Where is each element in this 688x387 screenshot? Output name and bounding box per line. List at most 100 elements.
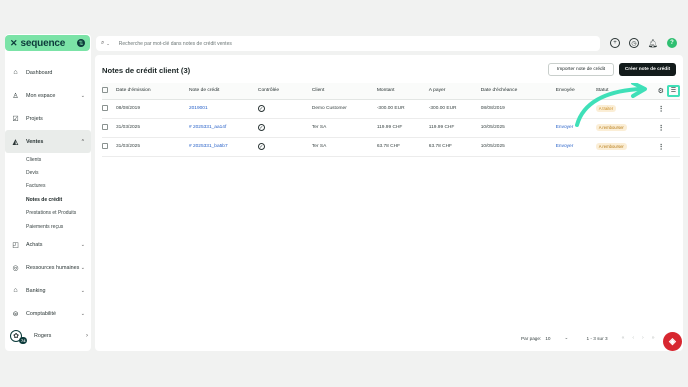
logo-icon: ✕ (10, 37, 18, 48)
next-page-icon[interactable]: › (642, 335, 644, 341)
cell-due: 08/08/2019 (480, 99, 556, 119)
cell-amount: 63.78 CHF (376, 137, 429, 157)
cell-to-pay: 63.78 CHF (428, 137, 481, 157)
sidebar-item-label: Comptabilité (26, 310, 56, 317)
chevron-down-icon[interactable]: ⌄ (106, 41, 109, 46)
cell-client: Ter SA (311, 137, 377, 157)
cell-to-pay: -300.00 EUR (428, 99, 481, 119)
sidebar-item-label: Banking (26, 287, 46, 294)
bell-icon[interactable]: 🔔︎ (648, 38, 658, 48)
check-square-icon: ☑ (12, 115, 19, 123)
sidebar-item-label: Dashboard (26, 69, 53, 76)
cell-due: 10/05/2025 (480, 118, 556, 138)
search-input[interactable]: Recherche par mot-clé dans notes de créd… (119, 41, 232, 47)
per-page-select[interactable]: 10 ⌄ (545, 335, 568, 341)
home-icon: ⌂ (13, 69, 18, 76)
sidebar-subitem-devis[interactable]: Devis (26, 166, 91, 179)
first-page-icon[interactable]: « (622, 335, 625, 341)
column-header[interactable]: Contrôlée (257, 83, 312, 100)
sidebar-item-dashboard[interactable]: ⌂ Dashboard (5, 61, 91, 84)
avatar: ✿ 74 (10, 330, 28, 344)
column-header[interactable]: Client (311, 83, 377, 100)
hr-icon: ◎ (12, 264, 19, 272)
row-checkbox[interactable] (102, 123, 108, 130)
sidebar-item-label: Ventes (26, 138, 44, 145)
sidebar-subitem-paiements[interactable]: Paiements reçus (26, 220, 91, 233)
search-bar[interactable]: ⌕ ⌄ Recherche par mot-clé dans notes de … (96, 36, 600, 51)
row-checkbox[interactable] (102, 142, 108, 149)
sidebar-item-achats[interactable]: ◰ Achats ⌄ (5, 233, 91, 256)
add-icon[interactable]: + (610, 38, 620, 48)
cell-date: 31/03/2025 (115, 118, 189, 138)
table-settings: ⚙ ☰ (658, 84, 680, 97)
import-credit-note-button[interactable]: Importer note de crédit (548, 63, 614, 76)
money-bag-icon: ◭ (12, 138, 19, 146)
create-credit-note-button[interactable]: Créer note de crédit (619, 63, 676, 76)
chevron-right-icon: › (86, 333, 88, 339)
cell-due: 10/05/2025 (480, 137, 556, 157)
chevron-down-icon: ⌄ (80, 92, 85, 99)
column-header[interactable]: Date d'émission (115, 83, 189, 100)
gear-icon[interactable]: ⚙ (658, 87, 664, 95)
cell-to-pay: 119.99 CHF (428, 118, 481, 138)
app-logo[interactable]: ✕ sequence ⇅ (5, 35, 90, 51)
sidebar-item-banking[interactable]: ⌂ Banking ⌄ (5, 279, 91, 302)
check-circle-icon: ✓ (257, 124, 265, 131)
row-checkbox[interactable] (102, 104, 108, 111)
column-header[interactable]: Note de crédit (188, 83, 258, 100)
column-config-icon[interactable]: ☰ (666, 84, 680, 97)
cell-amount: -300.00 EUR (376, 99, 429, 119)
sidebar-item-projets[interactable]: ☑ Projets (5, 107, 91, 130)
prev-page-icon[interactable]: ‹ (632, 335, 634, 341)
brand-logo-icon[interactable]: ◈ (663, 332, 682, 351)
check-circle-icon: ✓ (257, 105, 265, 112)
shopping-bag-icon: ◰ (12, 241, 19, 249)
sidebar-item-mon-espace[interactable]: ♙ Mon espace ⌄ (5, 84, 91, 107)
sidebar-subitem-prestations[interactable]: Prestations et Produits (26, 207, 91, 220)
sidebar-item-comptabilite[interactable]: ⊜ Comptabilité ⌄ (5, 302, 91, 325)
chevron-down-icon: ⌄ (564, 335, 569, 340)
status-badge: A rembourser (595, 143, 627, 150)
column-header[interactable]: Montant (376, 83, 429, 100)
more-options-icon[interactable]: ⋮ (658, 125, 665, 132)
credit-note-link[interactable]: # 2025331_ba5b7 (189, 144, 228, 149)
credit-note-link[interactable]: # 2025331_aa14f (189, 125, 226, 130)
pagination: Par page: 10 ⌄ 1 - 3 sur 3 « ‹ › » (521, 335, 655, 341)
column-header[interactable]: A payer (428, 83, 481, 100)
switch-icon[interactable]: ⇅ (77, 39, 85, 47)
cell-amount: 119.99 CHF (376, 118, 429, 138)
more-options-icon[interactable]: ⋮ (658, 106, 665, 113)
last-page-icon[interactable]: » (652, 335, 655, 341)
more-options-icon[interactable]: ⋮ (658, 144, 665, 151)
annotation-arrow (575, 83, 647, 127)
sidebar-subitem-clients[interactable]: Clients (26, 153, 91, 166)
check-circle-icon: ✓ (257, 143, 265, 150)
cell-client: Demo Customer (311, 99, 377, 119)
user-icon: ♙ (12, 92, 19, 100)
ventes-submenu: Clients Devis Factures Notes de crédit P… (5, 153, 91, 233)
page-title: Notes de crédit client (3) (102, 66, 191, 75)
top-icons: + ◷ 🔔︎ ? (610, 38, 677, 48)
sidebar-nav: ⌂ Dashboard ♙ Mon espace ⌄ ☑ Projets ◭ V… (5, 61, 91, 325)
cell-date: 08/08/2019 (115, 99, 189, 119)
help-icon[interactable]: ? (667, 38, 677, 48)
app-name: sequence (20, 37, 66, 49)
chevron-down-icon: ⌄ (80, 264, 85, 271)
select-all-checkbox[interactable] (102, 86, 108, 93)
send-link[interactable]: Envoyer (556, 144, 574, 149)
sidebar-subitem-notes-de-credit[interactable]: Notes de crédit (26, 193, 91, 206)
column-header[interactable]: Date d'échéance (480, 83, 556, 100)
clock-icon[interactable]: ◷ (629, 38, 639, 48)
pager-controls: « ‹ › » (622, 335, 655, 341)
sidebar-item-ventes[interactable]: ◭ Ventes ⌃ (5, 130, 91, 153)
table-row[interactable]: 31/03/2025 # 2025331_ba5b7 ✓ Ter SA 63.7… (102, 137, 680, 157)
sidebar-subitem-factures[interactable]: Factures (26, 180, 91, 193)
sidebar-item-rh[interactable]: ◎ Ressources humaines ⌄ (5, 256, 91, 279)
cell-date: 31/03/2025 (115, 137, 189, 157)
user-name: Rogers (34, 333, 52, 339)
chevron-up-icon: ⌃ (80, 138, 85, 145)
chevron-down-icon: ⌄ (80, 287, 85, 294)
credit-note-link[interactable]: 2019001 (189, 106, 208, 111)
chevron-down-icon: ⌄ (80, 241, 85, 248)
user-menu[interactable]: ✿ 74 Rogers › (10, 330, 88, 344)
